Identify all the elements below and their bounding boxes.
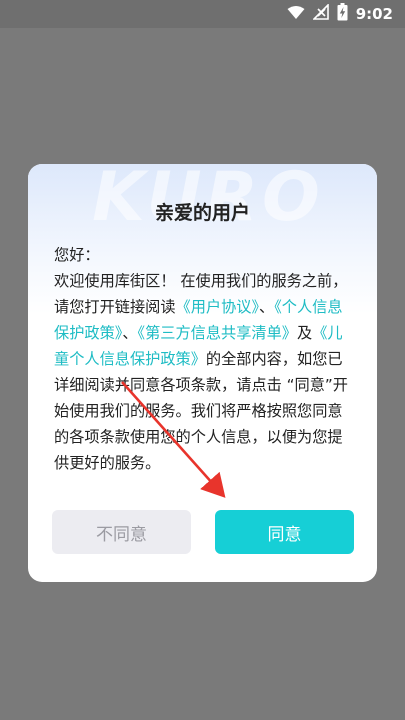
battery-charging-icon [337, 3, 348, 25]
third-party-list-link[interactable]: 《第三方信息共享清单》 [138, 324, 297, 342]
separator-text: 、 [259, 298, 275, 316]
greeting-text: 您好： [54, 246, 100, 264]
dialog-title: 亲爱的用户 [154, 202, 250, 224]
and-text: 及 [297, 324, 313, 342]
wifi-icon [287, 5, 305, 24]
status-time: 9:02 [355, 5, 393, 23]
status-bar: 9:02 [0, 0, 405, 28]
separator-text: 、 [122, 324, 138, 342]
signal-icon [311, 3, 329, 24]
disagree-button[interactable]: 不同意 [52, 510, 191, 554]
consent-paragraph: 欢迎使用库街区！ 在使用我们的服务之前，请您打开链接阅读《用户协议》、《个人信息… [54, 268, 354, 476]
agree-button[interactable]: 同意 [215, 510, 354, 554]
dialog-content: 您好： 欢迎使用库街区！ 在使用我们的服务之前，请您打开链接阅读《用户协议》、《… [54, 242, 354, 476]
consent-body-text: 的全部内容，如您已详细阅读并同意各项条款，请点击 “同意”开始使用我们的服务。我… [54, 350, 348, 472]
user-agreement-link[interactable]: 《用户协议》 [176, 298, 260, 316]
consent-dialog: KURO 亲爱的用户 您好： 欢迎使用库街区！ 在使用我们的服务之前，请您打开链… [28, 164, 377, 582]
status-icons: 9:02 [287, 3, 393, 25]
